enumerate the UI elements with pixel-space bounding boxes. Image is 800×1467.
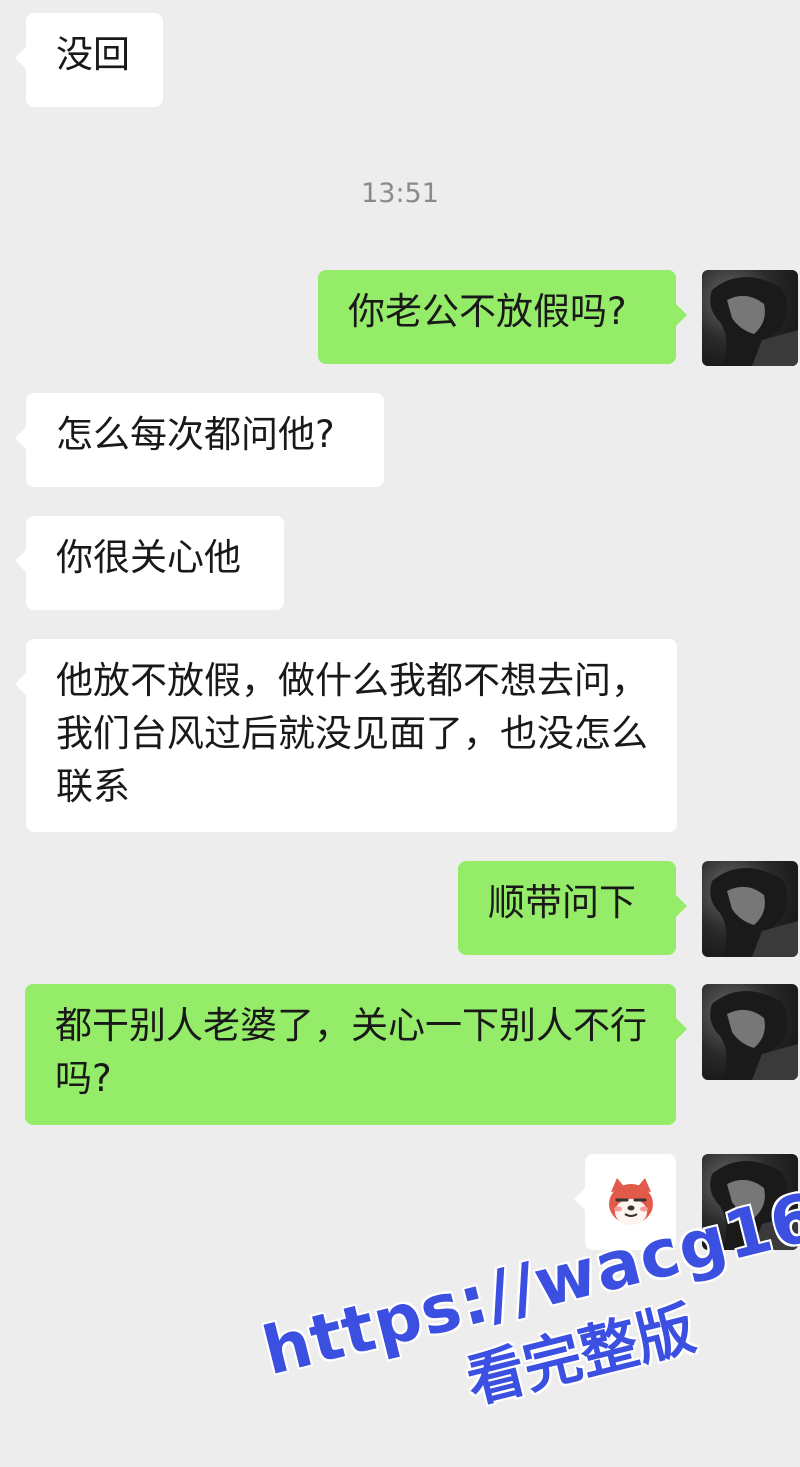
message-bubble-incoming[interactable]: 没回	[15, 13, 163, 107]
message-text: 都干别人老婆了，关心一下别人不行吗?	[55, 1004, 647, 1100]
user-avatar[interactable]	[702, 984, 798, 1080]
message-bubble-outgoing[interactable]: 顺带问下	[458, 861, 687, 955]
message-bubble-incoming[interactable]: 怎么每次都问他?	[15, 393, 384, 487]
message-text: 他放不放假，做什么我都不想去问，我们台风过后就没见面了，也没怎么联系	[56, 659, 648, 808]
message-text: 没回	[56, 33, 130, 76]
message-bubble-outgoing[interactable]: 你老公不放假吗?	[318, 270, 687, 364]
message-bubble-outgoing[interactable]: 都干别人老婆了，关心一下别人不行吗?	[25, 984, 687, 1125]
avatar-image	[710, 867, 798, 957]
watermark: https://wacg16.com 看完整版	[226, 1110, 800, 1416]
avatar-image	[710, 990, 798, 1080]
message-text: 顺带问下	[488, 881, 636, 924]
user-avatar[interactable]	[702, 861, 798, 957]
message-timestamp: 13:51	[361, 178, 439, 209]
message-text: 你老公不放假吗?	[348, 290, 627, 333]
message-bubble-incoming[interactable]: 你很关心他	[15, 516, 284, 610]
user-avatar[interactable]	[702, 270, 798, 366]
message-text: 怎么每次都问他?	[56, 413, 335, 456]
message-text: 你很关心他	[56, 536, 241, 579]
message-bubble-incoming[interactable]: 他放不放假，做什么我都不想去问，我们台风过后就没见面了，也没怎么联系	[15, 639, 677, 832]
avatar-image	[710, 276, 798, 366]
